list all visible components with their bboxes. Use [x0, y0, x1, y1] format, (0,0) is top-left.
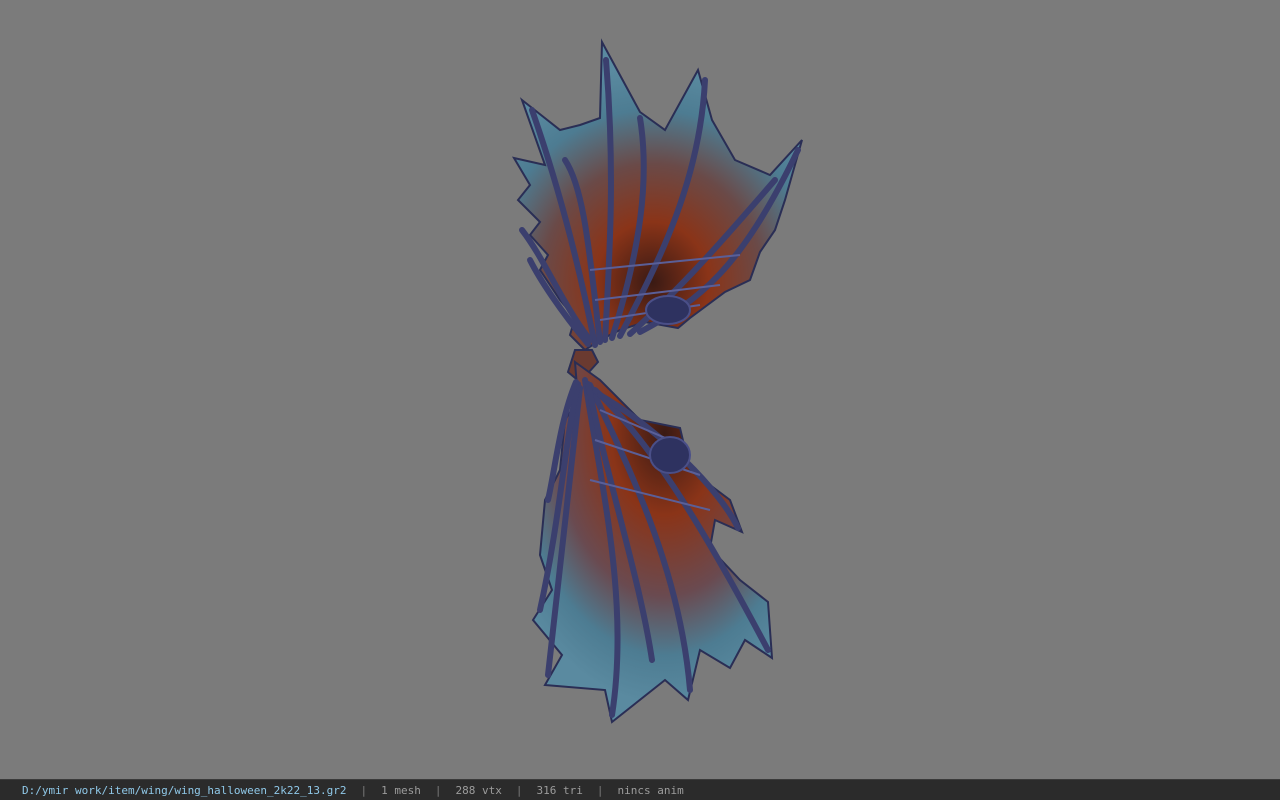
- lower-wing-joint: [649, 436, 691, 474]
- lower-wing: [531, 359, 774, 724]
- wing-model-render: [511, 38, 803, 724]
- mesh-count-label: 1 mesh: [381, 783, 421, 797]
- upper-wing: [511, 38, 803, 352]
- animation-status-label: nincs anim: [617, 783, 684, 797]
- vertex-count-label: 288 vtx: [455, 783, 502, 797]
- triangle-count-label: 316 tri: [536, 783, 583, 797]
- status-separator: |: [434, 783, 442, 797]
- status-separator: |: [360, 783, 368, 797]
- file-path-label: D:/ymir work/item/wing/wing_halloween_2k…: [22, 783, 347, 797]
- status-bar: D:/ymir work/item/wing/wing_halloween_2k…: [0, 779, 1280, 800]
- 3d-viewport[interactable]: [0, 0, 1280, 779]
- upper-wing-joint: [645, 295, 691, 325]
- status-separator: |: [515, 783, 523, 797]
- status-separator: |: [596, 783, 604, 797]
